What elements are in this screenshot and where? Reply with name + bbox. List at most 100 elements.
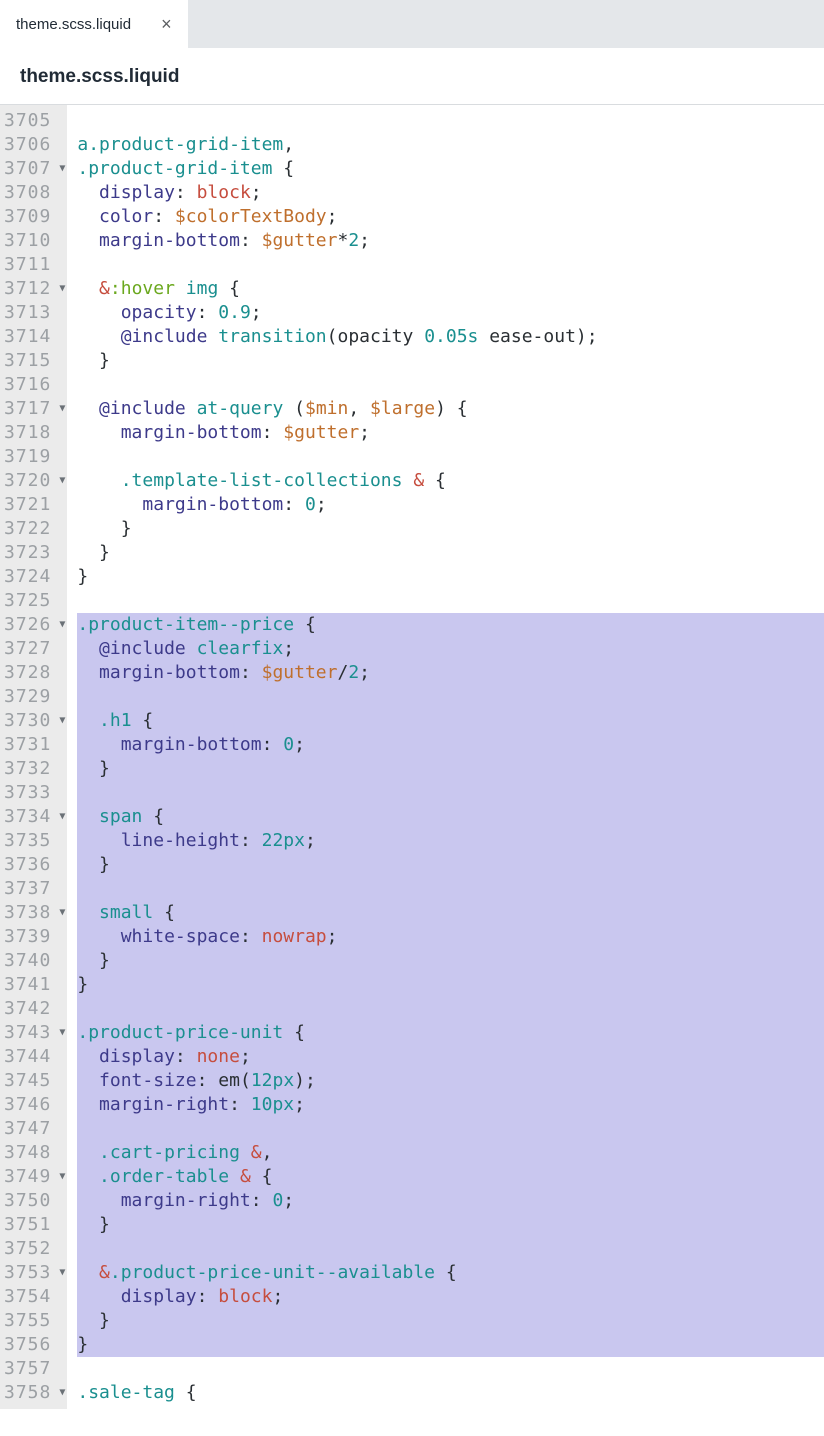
- code-line[interactable]: .product-item--price {: [77, 613, 824, 637]
- code-line[interactable]: .cart-pricing &,: [77, 1141, 824, 1165]
- code-line[interactable]: @include clearfix;: [77, 637, 824, 661]
- code-line[interactable]: [77, 781, 824, 805]
- gutter-line: 3751: [4, 1213, 65, 1237]
- code-editor[interactable]: 370537063707▼37083709371037113712▼371337…: [0, 105, 824, 1409]
- code-line[interactable]: [77, 253, 824, 277]
- code-line[interactable]: display: block;: [77, 1285, 824, 1309]
- gutter-line: 3755: [4, 1309, 65, 1333]
- gutter-line: 3713: [4, 301, 65, 325]
- gutter-line: 3724: [4, 565, 65, 589]
- gutter-line: 3714: [4, 325, 65, 349]
- gutter-line: 3734▼: [4, 805, 65, 829]
- code-line[interactable]: &.product-price-unit--available {: [77, 1261, 824, 1285]
- code-line[interactable]: &:hover img {: [77, 277, 824, 301]
- gutter-line: 3749▼: [4, 1165, 65, 1189]
- code-line[interactable]: [77, 373, 824, 397]
- code-line[interactable]: margin-right: 0;: [77, 1189, 824, 1213]
- fold-icon[interactable]: ▼: [53, 709, 65, 733]
- gutter-line: 3716: [4, 373, 65, 397]
- code-line[interactable]: margin-bottom: 0;: [77, 493, 824, 517]
- fold-icon[interactable]: ▼: [53, 277, 65, 301]
- fold-icon[interactable]: ▼: [53, 1165, 65, 1189]
- gutter-line: 3711: [4, 253, 65, 277]
- code-line[interactable]: .sale-tag {: [77, 1381, 824, 1405]
- gutter-line: 3710: [4, 229, 65, 253]
- gutter-line: 3720▼: [4, 469, 65, 493]
- fold-icon[interactable]: ▼: [53, 613, 65, 637]
- code-line[interactable]: margin-bottom: $gutter*2;: [77, 229, 824, 253]
- code-line[interactable]: }: [77, 853, 824, 877]
- code-line[interactable]: }: [77, 1309, 824, 1333]
- gutter-line: 3718: [4, 421, 65, 445]
- code-line[interactable]: }: [77, 973, 824, 997]
- code-line[interactable]: }: [77, 757, 824, 781]
- close-icon[interactable]: ×: [161, 14, 172, 35]
- code-line[interactable]: [77, 685, 824, 709]
- code-line[interactable]: display: none;: [77, 1045, 824, 1069]
- gutter-line: 3706: [4, 133, 65, 157]
- code-line[interactable]: display: block;: [77, 181, 824, 205]
- code-line[interactable]: [77, 997, 824, 1021]
- code-line[interactable]: }: [77, 349, 824, 373]
- code-line[interactable]: small {: [77, 901, 824, 925]
- code-line[interactable]: }: [77, 949, 824, 973]
- code-line[interactable]: line-height: 22px;: [77, 829, 824, 853]
- gutter-line: 3750: [4, 1189, 65, 1213]
- code-line[interactable]: margin-bottom: 0;: [77, 733, 824, 757]
- code-line[interactable]: .product-price-unit {: [77, 1021, 824, 1045]
- fold-icon[interactable]: ▼: [53, 901, 65, 925]
- gutter-line: 3725: [4, 589, 65, 613]
- tab-bar: theme.scss.liquid ×: [0, 0, 824, 48]
- code-line[interactable]: margin-right: 10px;: [77, 1093, 824, 1117]
- code-line[interactable]: [77, 1357, 824, 1381]
- code-line[interactable]: .order-table & {: [77, 1165, 824, 1189]
- gutter-line: 3738▼: [4, 901, 65, 925]
- code-line[interactable]: [77, 109, 824, 133]
- gutter-line: 3723: [4, 541, 65, 565]
- code-line[interactable]: }: [77, 541, 824, 565]
- gutter-line: 3742: [4, 997, 65, 1021]
- fold-icon[interactable]: ▼: [53, 1261, 65, 1285]
- fold-icon[interactable]: ▼: [53, 157, 65, 181]
- code-line[interactable]: a.product-grid-item,: [77, 133, 824, 157]
- code-line[interactable]: @include transition(opacity 0.05s ease-o…: [77, 325, 824, 349]
- code-line[interactable]: color: $colorTextBody;: [77, 205, 824, 229]
- gutter-line: 3730▼: [4, 709, 65, 733]
- code-line[interactable]: }: [77, 565, 824, 589]
- code-line[interactable]: .template-list-collections & {: [77, 469, 824, 493]
- code-area[interactable]: a.product-grid-item,.product-grid-item {…: [67, 105, 824, 1409]
- code-line[interactable]: [77, 589, 824, 613]
- gutter-line: 3728: [4, 661, 65, 685]
- code-line[interactable]: white-space: nowrap;: [77, 925, 824, 949]
- fold-icon[interactable]: ▼: [53, 805, 65, 829]
- code-line[interactable]: font-size: em(12px);: [77, 1069, 824, 1093]
- gutter-line: 3758▼: [4, 1381, 65, 1405]
- code-line[interactable]: .product-grid-item {: [77, 157, 824, 181]
- code-line[interactable]: }: [77, 1213, 824, 1237]
- fold-icon[interactable]: ▼: [53, 469, 65, 493]
- fold-icon[interactable]: ▼: [53, 1381, 65, 1405]
- code-line[interactable]: span {: [77, 805, 824, 829]
- code-line[interactable]: [77, 877, 824, 901]
- fold-icon[interactable]: ▼: [53, 397, 65, 421]
- code-line[interactable]: opacity: 0.9;: [77, 301, 824, 325]
- gutter-line: 3746: [4, 1093, 65, 1117]
- code-line[interactable]: }: [77, 517, 824, 541]
- gutter-line: 3733: [4, 781, 65, 805]
- gutter-line: 3708: [4, 181, 65, 205]
- gutter-line: 3757: [4, 1357, 65, 1381]
- gutter-line: 3743▼: [4, 1021, 65, 1045]
- code-line[interactable]: @include at-query ($min, $large) {: [77, 397, 824, 421]
- code-line[interactable]: [77, 1117, 824, 1141]
- fold-icon[interactable]: ▼: [53, 1021, 65, 1045]
- code-line[interactable]: [77, 445, 824, 469]
- gutter-line: 3744: [4, 1045, 65, 1069]
- gutter-line: 3741: [4, 973, 65, 997]
- code-line[interactable]: .h1 {: [77, 709, 824, 733]
- code-line[interactable]: margin-bottom: $gutter;: [77, 421, 824, 445]
- tab-active[interactable]: theme.scss.liquid ×: [0, 0, 188, 48]
- code-line[interactable]: [77, 1237, 824, 1261]
- code-line[interactable]: margin-bottom: $gutter/2;: [77, 661, 824, 685]
- code-line[interactable]: }: [77, 1333, 824, 1357]
- gutter-line: 3748: [4, 1141, 65, 1165]
